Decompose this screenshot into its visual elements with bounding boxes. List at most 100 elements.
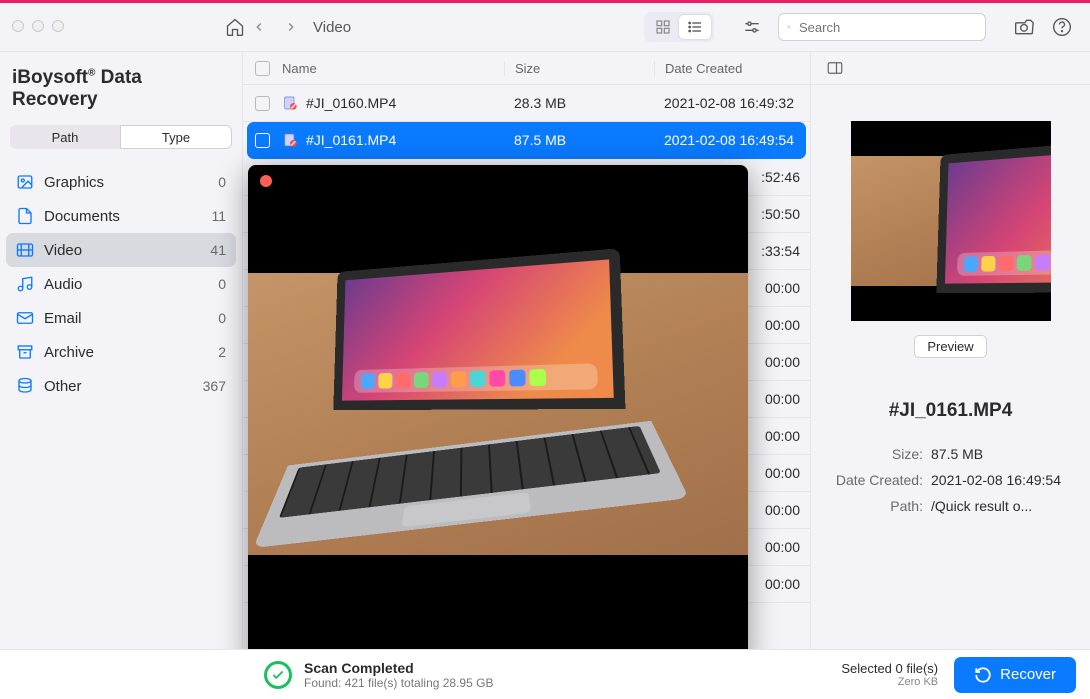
window-controls	[12, 20, 64, 32]
select-all-checkbox[interactable]	[255, 61, 270, 76]
file-name: #JI_0161.MP4	[306, 132, 396, 148]
sidebar-item-documents[interactable]: Documents 11	[6, 199, 236, 233]
sidebar-item-count: 41	[210, 242, 226, 258]
help-icon[interactable]	[1048, 13, 1076, 41]
brand: iBoysoft® Data Recovery	[0, 52, 242, 125]
file-date-fragment: 00:00	[765, 465, 800, 481]
col-name[interactable]: Name	[282, 61, 504, 76]
zoom-dot[interactable]	[52, 20, 64, 32]
sidebar-item-audio[interactable]: Audio 0	[6, 267, 236, 301]
audio-icon	[16, 275, 34, 293]
scan-complete-icon	[264, 661, 292, 689]
close-preview-icon[interactable]	[260, 175, 272, 187]
meta-value: /Quick result o...	[923, 498, 1076, 514]
sidebar-item-label: Video	[44, 242, 200, 259]
table-row[interactable]: #JI_0161.MP4 87.5 MB2021-02-08 16:49:54	[247, 122, 806, 159]
sidebar-item-video[interactable]: Video 41	[6, 233, 236, 267]
db-icon	[16, 377, 34, 395]
breadcrumb: Video	[313, 19, 351, 36]
minimize-dot[interactable]	[32, 20, 44, 32]
meta-value: 87.5 MB	[923, 446, 1076, 462]
search-icon	[787, 20, 791, 34]
recover-button[interactable]: Recover	[954, 657, 1076, 693]
video-preview-window[interactable]	[248, 165, 748, 663]
file-date-fragment: 00:00	[765, 428, 800, 444]
tab-type[interactable]: Type	[120, 125, 232, 149]
panel-toggle-icon[interactable]	[821, 54, 849, 82]
file-date: 2021-02-08 16:49:32	[654, 95, 810, 111]
archive-icon	[16, 343, 34, 361]
sidebar-item-label: Other	[44, 378, 193, 395]
scan-status: Scan Completed	[304, 660, 493, 676]
file-date-fragment: :50:50	[761, 206, 800, 222]
selected-count: Selected 0 file(s)	[841, 661, 938, 676]
sidebar-item-email[interactable]: Email0	[6, 301, 236, 335]
image-icon	[16, 173, 34, 191]
sidebar-item-archive[interactable]: Archive 2	[6, 335, 236, 369]
sidebar: iBoysoft® Data Recovery Path Type Graphi…	[0, 52, 243, 650]
search-box[interactable]	[778, 13, 986, 41]
recover-icon	[974, 666, 992, 684]
file-date-fragment: 00:00	[765, 539, 800, 555]
list-view-button[interactable]	[679, 15, 711, 39]
sidebar-item-count: 11	[211, 208, 226, 224]
sidebar-item-label: Graphics	[44, 174, 208, 191]
tab-path[interactable]: Path	[10, 125, 120, 149]
meta-key: Path:	[825, 498, 923, 514]
filter-icon[interactable]	[738, 13, 766, 41]
meta-key: Date Created:	[825, 472, 923, 488]
file-date-fragment: 00:00	[765, 391, 800, 407]
video-icon	[16, 241, 34, 259]
sidebar-item-label: Documents	[44, 208, 201, 225]
file-date-fragment: :33:54	[761, 243, 800, 259]
mail-icon	[16, 309, 34, 327]
preview-panel: Preview #JI_0161.MP4 Size:87.5 MBDate Cr…	[810, 52, 1090, 650]
col-date[interactable]: Date Created	[654, 61, 810, 76]
selected-size: Zero KB	[841, 676, 938, 688]
meta-value: 2021-02-08 16:49:54	[923, 472, 1076, 488]
row-checkbox[interactable]	[255, 133, 270, 148]
forward-button[interactable]	[281, 17, 301, 37]
file-date-fragment: :52:46	[761, 169, 800, 185]
sidebar-item-graphics[interactable]: Graphics 0	[6, 165, 236, 199]
file-date-fragment: 00:00	[765, 280, 800, 296]
sidebar-item-count: 0	[218, 276, 226, 292]
file-icon	[282, 95, 298, 111]
meta-row: Path:/Quick result o...	[825, 498, 1076, 514]
close-dot[interactable]	[12, 20, 24, 32]
home-icon[interactable]	[221, 13, 249, 41]
back-button[interactable]	[249, 17, 269, 37]
file-size: 87.5 MB	[504, 132, 654, 148]
sidebar-item-count: 2	[218, 344, 226, 360]
sidebar-item-count: 367	[203, 378, 226, 394]
row-checkbox[interactable]	[255, 96, 270, 111]
preview-button[interactable]: Preview	[914, 335, 986, 358]
col-size[interactable]: Size	[504, 61, 654, 76]
meta-key: Size:	[825, 446, 923, 462]
sidebar-tabs: Path Type	[0, 125, 242, 159]
camera-icon[interactable]	[1010, 13, 1038, 41]
file-date: 2021-02-08 16:49:54	[654, 132, 806, 148]
preview-thumbnail	[851, 121, 1051, 321]
file-name: #JI_0160.MP4	[306, 95, 396, 111]
view-toggle	[644, 12, 714, 42]
scan-found: Found: 421 file(s) totaling 28.95 GB	[304, 676, 493, 690]
list-header: Name Size Date Created	[243, 52, 810, 85]
file-date-fragment: 00:00	[765, 576, 800, 592]
search-input[interactable]	[797, 19, 977, 36]
file-date-fragment: 00:00	[765, 502, 800, 518]
table-row[interactable]: #JI_0160.MP4 28.3 MB2021-02-08 16:49:32	[243, 85, 810, 122]
preview-filename: #JI_0161.MP4	[889, 400, 1013, 422]
sidebar-item-count: 0	[218, 174, 226, 190]
toolbar: Video	[0, 3, 1090, 52]
meta-row: Date Created:2021-02-08 16:49:54	[825, 472, 1076, 488]
footer: Scan Completed Found: 421 file(s) totali…	[0, 649, 1090, 699]
file-size: 28.3 MB	[504, 95, 654, 111]
sidebar-item-label: Audio	[44, 276, 208, 293]
meta-row: Size:87.5 MB	[825, 446, 1076, 462]
sidebar-item-other[interactable]: Other 367	[6, 369, 236, 403]
file-icon	[282, 132, 298, 148]
sidebar-item-label: Archive	[44, 344, 208, 361]
grid-view-button[interactable]	[647, 15, 679, 39]
sidebar-item-label: Email	[44, 310, 208, 327]
